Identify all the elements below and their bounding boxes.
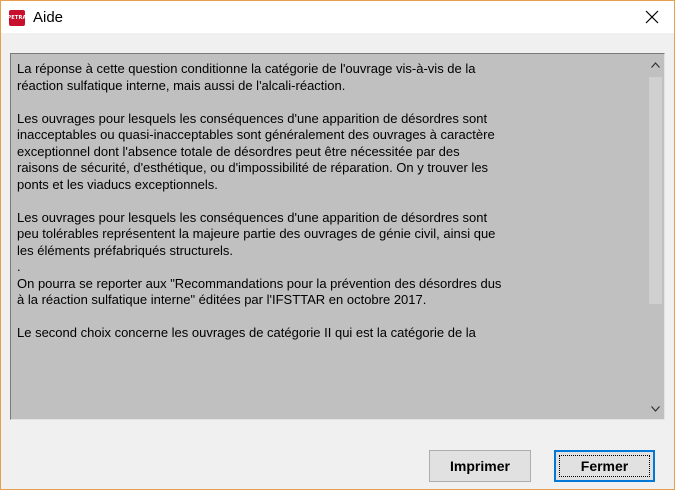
help-text-line: à la réaction sulfatique interne" éditée…: [17, 292, 427, 307]
help-text-line: raisons de sécurité, d'esthétique, ou d'…: [17, 160, 489, 175]
help-text-line: .: [17, 259, 21, 274]
scroll-down-button[interactable]: [647, 400, 664, 417]
help-text-line: La réponse à cette question conditionne …: [17, 61, 476, 76]
title-bar[interactable]: PETRA Aide: [1, 1, 674, 33]
scroll-up-button[interactable]: [647, 56, 664, 73]
help-text-line: les éléments préfabriqués structurels.: [17, 242, 234, 258]
chevron-up-icon: [651, 61, 660, 68]
help-text-line: peu tolérables représentent la majeure p…: [17, 226, 496, 241]
close-icon: [645, 10, 659, 24]
close-window-button[interactable]: [630, 1, 674, 33]
help-text-line: exceptionnel dont l'absence totale de dé…: [17, 143, 460, 159]
help-text-line: On pourra se reporter aux "Recommandatio…: [17, 275, 502, 291]
help-paragraph: Les ouvrages pour lesquels les conséquen…: [17, 111, 639, 194]
chevron-down-icon: [651, 405, 660, 412]
help-text-line: ponts et les viaducs exceptionnels.: [17, 176, 218, 192]
help-dialog: PETRA Aide La réponse à cette question c…: [0, 0, 675, 490]
help-text-line: Les ouvrages pour lesquels les conséquen…: [17, 110, 488, 126]
help-paragraph: La réponse à cette question conditionne …: [17, 61, 639, 94]
help-paragraph: Le second choix concerne les ouvrages de…: [17, 325, 639, 342]
help-text-line: inacceptables ou quasi-inacceptables son…: [17, 127, 495, 142]
scrollbar-thumb[interactable]: [649, 77, 662, 304]
help-paragraph: Les ouvrages pour lesquels les conséquen…: [17, 210, 639, 309]
petra-app-icon: PETRA: [7, 10, 27, 26]
vertical-scrollbar[interactable]: [647, 54, 664, 419]
close-button[interactable]: Fermer: [554, 450, 655, 482]
help-text-line: Les ouvrages pour lesquels les conséquen…: [17, 209, 488, 225]
focus-rectangle: [559, 455, 650, 477]
help-text-area[interactable]: La réponse à cette question conditionne …: [10, 53, 665, 420]
app-icon-label: PETRA: [7, 15, 27, 21]
window-title: Aide: [33, 9, 64, 26]
help-text-line: Le second choix concerne les ouvrages de…: [17, 325, 476, 340]
print-button[interactable]: Imprimer: [429, 450, 531, 482]
help-text-line: réaction sulfatique interne, mais aussi …: [17, 77, 346, 93]
help-text-content: La réponse à cette question conditionne …: [17, 61, 639, 358]
